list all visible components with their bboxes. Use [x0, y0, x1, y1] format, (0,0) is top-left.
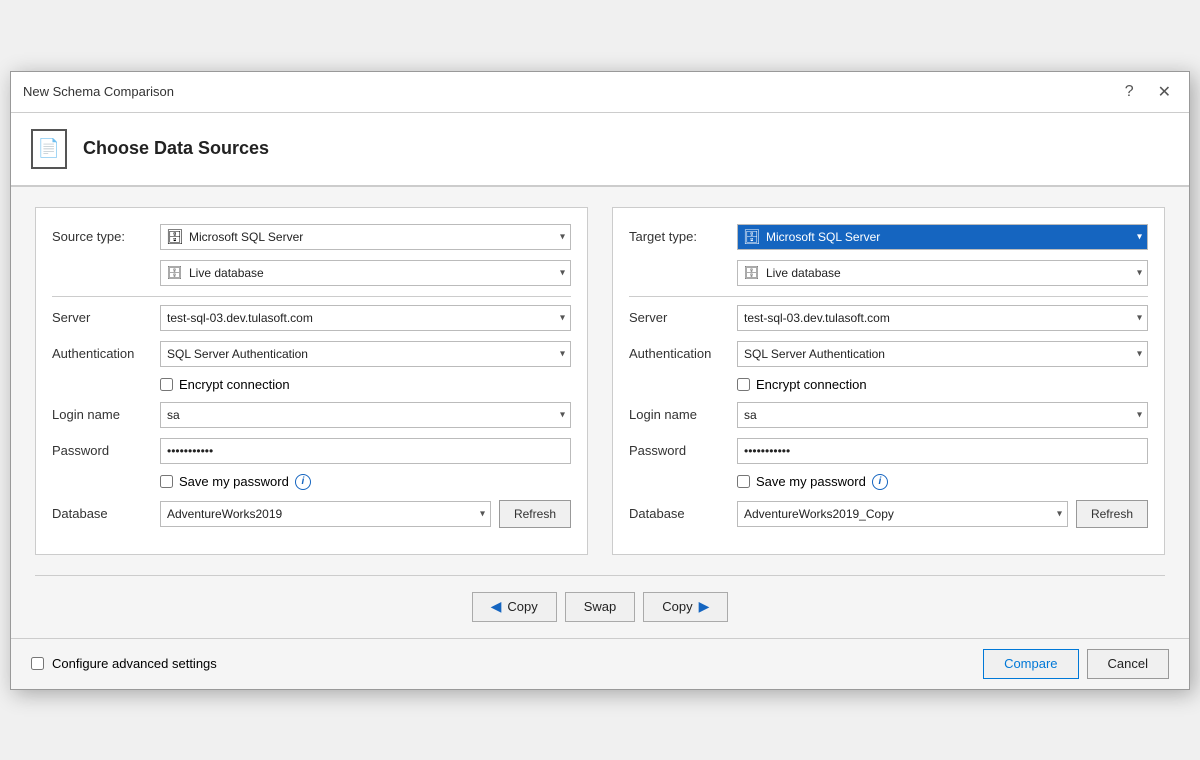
- target-encrypt-label: Encrypt connection: [756, 377, 867, 392]
- source-encrypt-label: Encrypt connection: [179, 377, 290, 392]
- target-login-row: Login name sa ▾: [629, 402, 1148, 428]
- target-database-select[interactable]: AdventureWorks2019_Copy: [737, 501, 1068, 527]
- source-auth-label: Authentication: [52, 346, 152, 361]
- source-subtype-select[interactable]: Live database: [160, 260, 571, 286]
- target-login-wrapper: sa ▾: [737, 402, 1148, 428]
- two-col-layout: Source type: 🗄 Microsoft SQL Server ▾ 🗄: [35, 207, 1165, 555]
- source-save-password-label: Save my password: [179, 474, 289, 489]
- target-encrypt-checkbox[interactable]: [737, 378, 750, 391]
- target-database-row: Database AdventureWorks2019_Copy ▾ Refre…: [629, 500, 1148, 528]
- source-database-row: Database AdventureWorks2019 ▾ Refresh: [52, 500, 571, 528]
- source-subtype-row: 🗄 Live database ▾: [52, 260, 571, 286]
- source-refresh-button[interactable]: Refresh: [499, 500, 571, 528]
- source-type-row: Source type: 🗄 Microsoft SQL Server ▾: [52, 224, 571, 250]
- target-auth-select[interactable]: SQL Server Authentication: [737, 341, 1148, 367]
- source-login-select[interactable]: sa: [160, 402, 571, 428]
- target-auth-row: Authentication SQL Server Authentication…: [629, 341, 1148, 367]
- target-subtype-wrapper: 🗄 Live database ▾: [737, 260, 1148, 286]
- content-area: Source type: 🗄 Microsoft SQL Server ▾ 🗄: [11, 187, 1189, 575]
- target-password-label: Password: [629, 443, 729, 458]
- target-server-label: Server: [629, 310, 729, 325]
- source-auth-wrapper: SQL Server Authentication ▾: [160, 341, 571, 367]
- target-refresh-button[interactable]: Refresh: [1076, 500, 1148, 528]
- target-encrypt-row: Encrypt connection: [737, 377, 1148, 392]
- target-subtype-row: 🗄 Live database ▾: [629, 260, 1148, 286]
- copy-left-button[interactable]: ◀ Copy: [472, 592, 557, 622]
- cancel-button[interactable]: Cancel: [1087, 649, 1169, 679]
- source-panel: Source type: 🗄 Microsoft SQL Server ▾ 🗄: [35, 207, 588, 555]
- source-server-row: Server test-sql-03.dev.tulasoft.com ▾: [52, 305, 571, 331]
- document-icon: 📄: [31, 129, 67, 169]
- source-type-select[interactable]: Microsoft SQL Server: [160, 224, 571, 250]
- target-server-select[interactable]: test-sql-03.dev.tulasoft.com: [737, 305, 1148, 331]
- target-type-select-wrapper: 🗄 Microsoft SQL Server ▾: [737, 224, 1148, 250]
- source-save-password-checkbox[interactable]: [160, 475, 173, 488]
- target-database-label: Database: [629, 506, 729, 521]
- copy-right-arrow-icon: ▶: [699, 598, 710, 615]
- target-separator-1: [629, 296, 1148, 297]
- source-encrypt-checkbox[interactable]: [160, 378, 173, 391]
- source-save-password-info-icon: i: [295, 474, 311, 490]
- footer-left: Configure advanced settings: [31, 656, 217, 671]
- target-auth-wrapper: SQL Server Authentication ▾: [737, 341, 1148, 367]
- target-save-password-label: Save my password: [756, 474, 866, 489]
- dialog: New Schema Comparison ? ✕ 📄 Choose Data …: [10, 71, 1190, 690]
- source-separator-1: [52, 296, 571, 297]
- source-auth-row: Authentication SQL Server Authentication…: [52, 341, 571, 367]
- source-password-label: Password: [52, 443, 152, 458]
- source-save-password-row: Save my password i: [160, 474, 571, 490]
- footer-right: Compare Cancel: [983, 649, 1169, 679]
- target-database-wrapper: AdventureWorks2019_Copy ▾: [737, 501, 1068, 527]
- footer: Configure advanced settings Compare Canc…: [11, 638, 1189, 689]
- target-save-password-checkbox[interactable]: [737, 475, 750, 488]
- source-subtype-wrapper: 🗄 Live database ▾: [160, 260, 571, 286]
- source-database-wrapper: AdventureWorks2019 ▾: [160, 501, 491, 527]
- target-server-wrapper: test-sql-03.dev.tulasoft.com ▾: [737, 305, 1148, 331]
- header-section: 📄 Choose Data Sources: [11, 113, 1189, 187]
- source-database-select[interactable]: AdventureWorks2019: [160, 501, 491, 527]
- compare-button[interactable]: Compare: [983, 649, 1078, 679]
- target-type-label: Target type:: [629, 229, 729, 244]
- title-bar: New Schema Comparison ? ✕: [11, 72, 1189, 113]
- target-login-label: Login name: [629, 407, 729, 422]
- action-row: ◀ Copy Swap Copy ▶: [35, 575, 1165, 638]
- source-login-wrapper: sa ▾: [160, 402, 571, 428]
- close-button[interactable]: ✕: [1152, 80, 1177, 104]
- header-title: Choose Data Sources: [83, 138, 269, 159]
- title-bar-left: New Schema Comparison: [23, 84, 174, 99]
- swap-button[interactable]: Swap: [565, 592, 636, 622]
- copy-right-button[interactable]: Copy ▶: [643, 592, 728, 622]
- target-save-password-row: Save my password i: [737, 474, 1148, 490]
- source-server-select[interactable]: test-sql-03.dev.tulasoft.com: [160, 305, 571, 331]
- title-bar-right: ? ✕: [1119, 80, 1177, 104]
- advanced-settings-checkbox[interactable]: [31, 657, 44, 670]
- target-subtype-select[interactable]: Live database: [737, 260, 1148, 286]
- source-server-wrapper: test-sql-03.dev.tulasoft.com ▾: [160, 305, 571, 331]
- dialog-title: New Schema Comparison: [23, 84, 174, 99]
- source-password-input[interactable]: [160, 438, 571, 464]
- source-encrypt-row: Encrypt connection: [160, 377, 571, 392]
- target-type-select[interactable]: Microsoft SQL Server: [737, 224, 1148, 250]
- target-panel: Target type: 🗄 Microsoft SQL Server ▾ 🗄: [612, 207, 1165, 555]
- source-auth-select[interactable]: SQL Server Authentication: [160, 341, 571, 367]
- source-password-row: Password: [52, 438, 571, 464]
- advanced-settings-label: Configure advanced settings: [52, 656, 217, 671]
- target-save-password-info-icon: i: [872, 474, 888, 490]
- target-password-row: Password: [629, 438, 1148, 464]
- source-type-label: Source type:: [52, 229, 152, 244]
- target-auth-label: Authentication: [629, 346, 729, 361]
- source-database-label: Database: [52, 506, 152, 521]
- target-server-row: Server test-sql-03.dev.tulasoft.com ▾: [629, 305, 1148, 331]
- source-login-label: Login name: [52, 407, 152, 422]
- source-type-select-wrapper: 🗄 Microsoft SQL Server ▾: [160, 224, 571, 250]
- source-server-label: Server: [52, 310, 152, 325]
- copy-left-arrow-icon: ◀: [491, 598, 502, 615]
- source-login-row: Login name sa ▾: [52, 402, 571, 428]
- target-password-input[interactable]: [737, 438, 1148, 464]
- target-type-row: Target type: 🗄 Microsoft SQL Server ▾: [629, 224, 1148, 250]
- target-login-select[interactable]: sa: [737, 402, 1148, 428]
- help-button[interactable]: ?: [1119, 81, 1140, 103]
